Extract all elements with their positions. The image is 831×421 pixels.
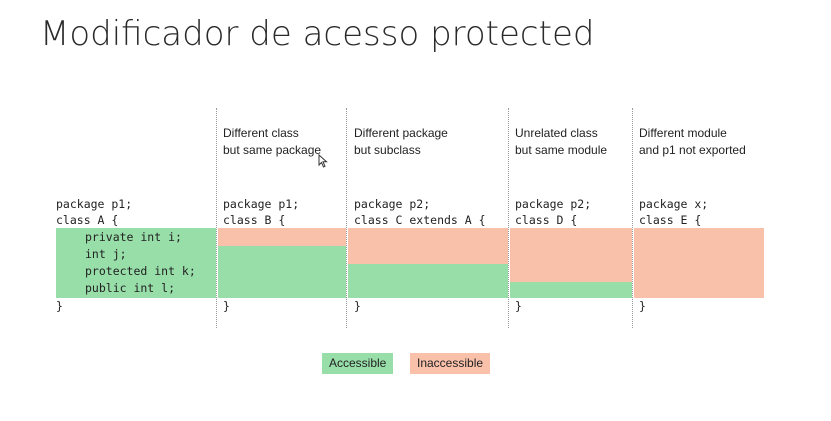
legend-inaccessible: Inaccessible <box>410 353 491 374</box>
class-a-field-public: public int l; <box>85 281 176 295</box>
header-different-module: Different module and p1 not exported <box>639 125 746 159</box>
class-b-package: package p1; <box>223 197 300 211</box>
class-a-field-private: private int i; <box>85 230 182 244</box>
header-different-class: Different class but same package <box>223 125 321 159</box>
class-e-close-brace: } <box>639 299 646 313</box>
class-e-declaration: class E { <box>639 213 702 227</box>
column-divider <box>346 108 347 328</box>
access-block-b-accessible <box>218 246 346 298</box>
legend-accessible: Accessible <box>322 353 394 374</box>
class-d-close-brace: } <box>515 299 522 313</box>
access-block-b-private <box>218 228 346 246</box>
class-a-package: package p1; <box>56 197 133 211</box>
class-b-close-brace: } <box>223 299 230 313</box>
access-block-c-inaccessible <box>348 228 508 264</box>
class-d-package: package p2; <box>515 197 592 211</box>
access-block-d-inaccessible <box>510 228 632 282</box>
header-line: Different package <box>354 126 448 140</box>
header-line: but same package <box>223 143 322 157</box>
access-block-d-accessible <box>510 282 632 298</box>
class-a-field-default: int j; <box>85 247 127 261</box>
class-c-declaration: class C extends A { <box>354 213 486 227</box>
column-divider <box>216 108 217 328</box>
mouse-cursor-icon <box>318 153 328 173</box>
column-divider <box>508 108 509 328</box>
class-c-close-brace: } <box>354 299 361 313</box>
column-divider <box>632 108 633 328</box>
header-line: Unrelated class <box>515 126 598 140</box>
class-e-package: package x; <box>639 197 709 211</box>
header-line: but same module <box>515 143 608 157</box>
header-line: Different module <box>639 126 727 140</box>
class-a-declaration: class A { <box>56 213 119 227</box>
header-line: and p1 not exported <box>639 143 746 157</box>
class-c-package: package p2; <box>354 197 431 211</box>
header-unrelated-class: Unrelated class but same module <box>515 125 607 159</box>
header-different-package: Different package but subclass <box>354 125 448 159</box>
class-b-declaration: class B { <box>223 213 286 227</box>
access-block-e-inaccessible <box>634 228 764 298</box>
page-title: Modificador de acesso protected <box>40 14 595 54</box>
class-d-declaration: class D { <box>515 213 578 227</box>
class-a-field-protected: protected int k; <box>85 264 196 278</box>
header-line: Different class <box>223 126 299 140</box>
access-block-c-accessible <box>348 264 508 298</box>
class-a-close-brace: } <box>56 299 63 313</box>
header-line: but subclass <box>354 143 421 157</box>
